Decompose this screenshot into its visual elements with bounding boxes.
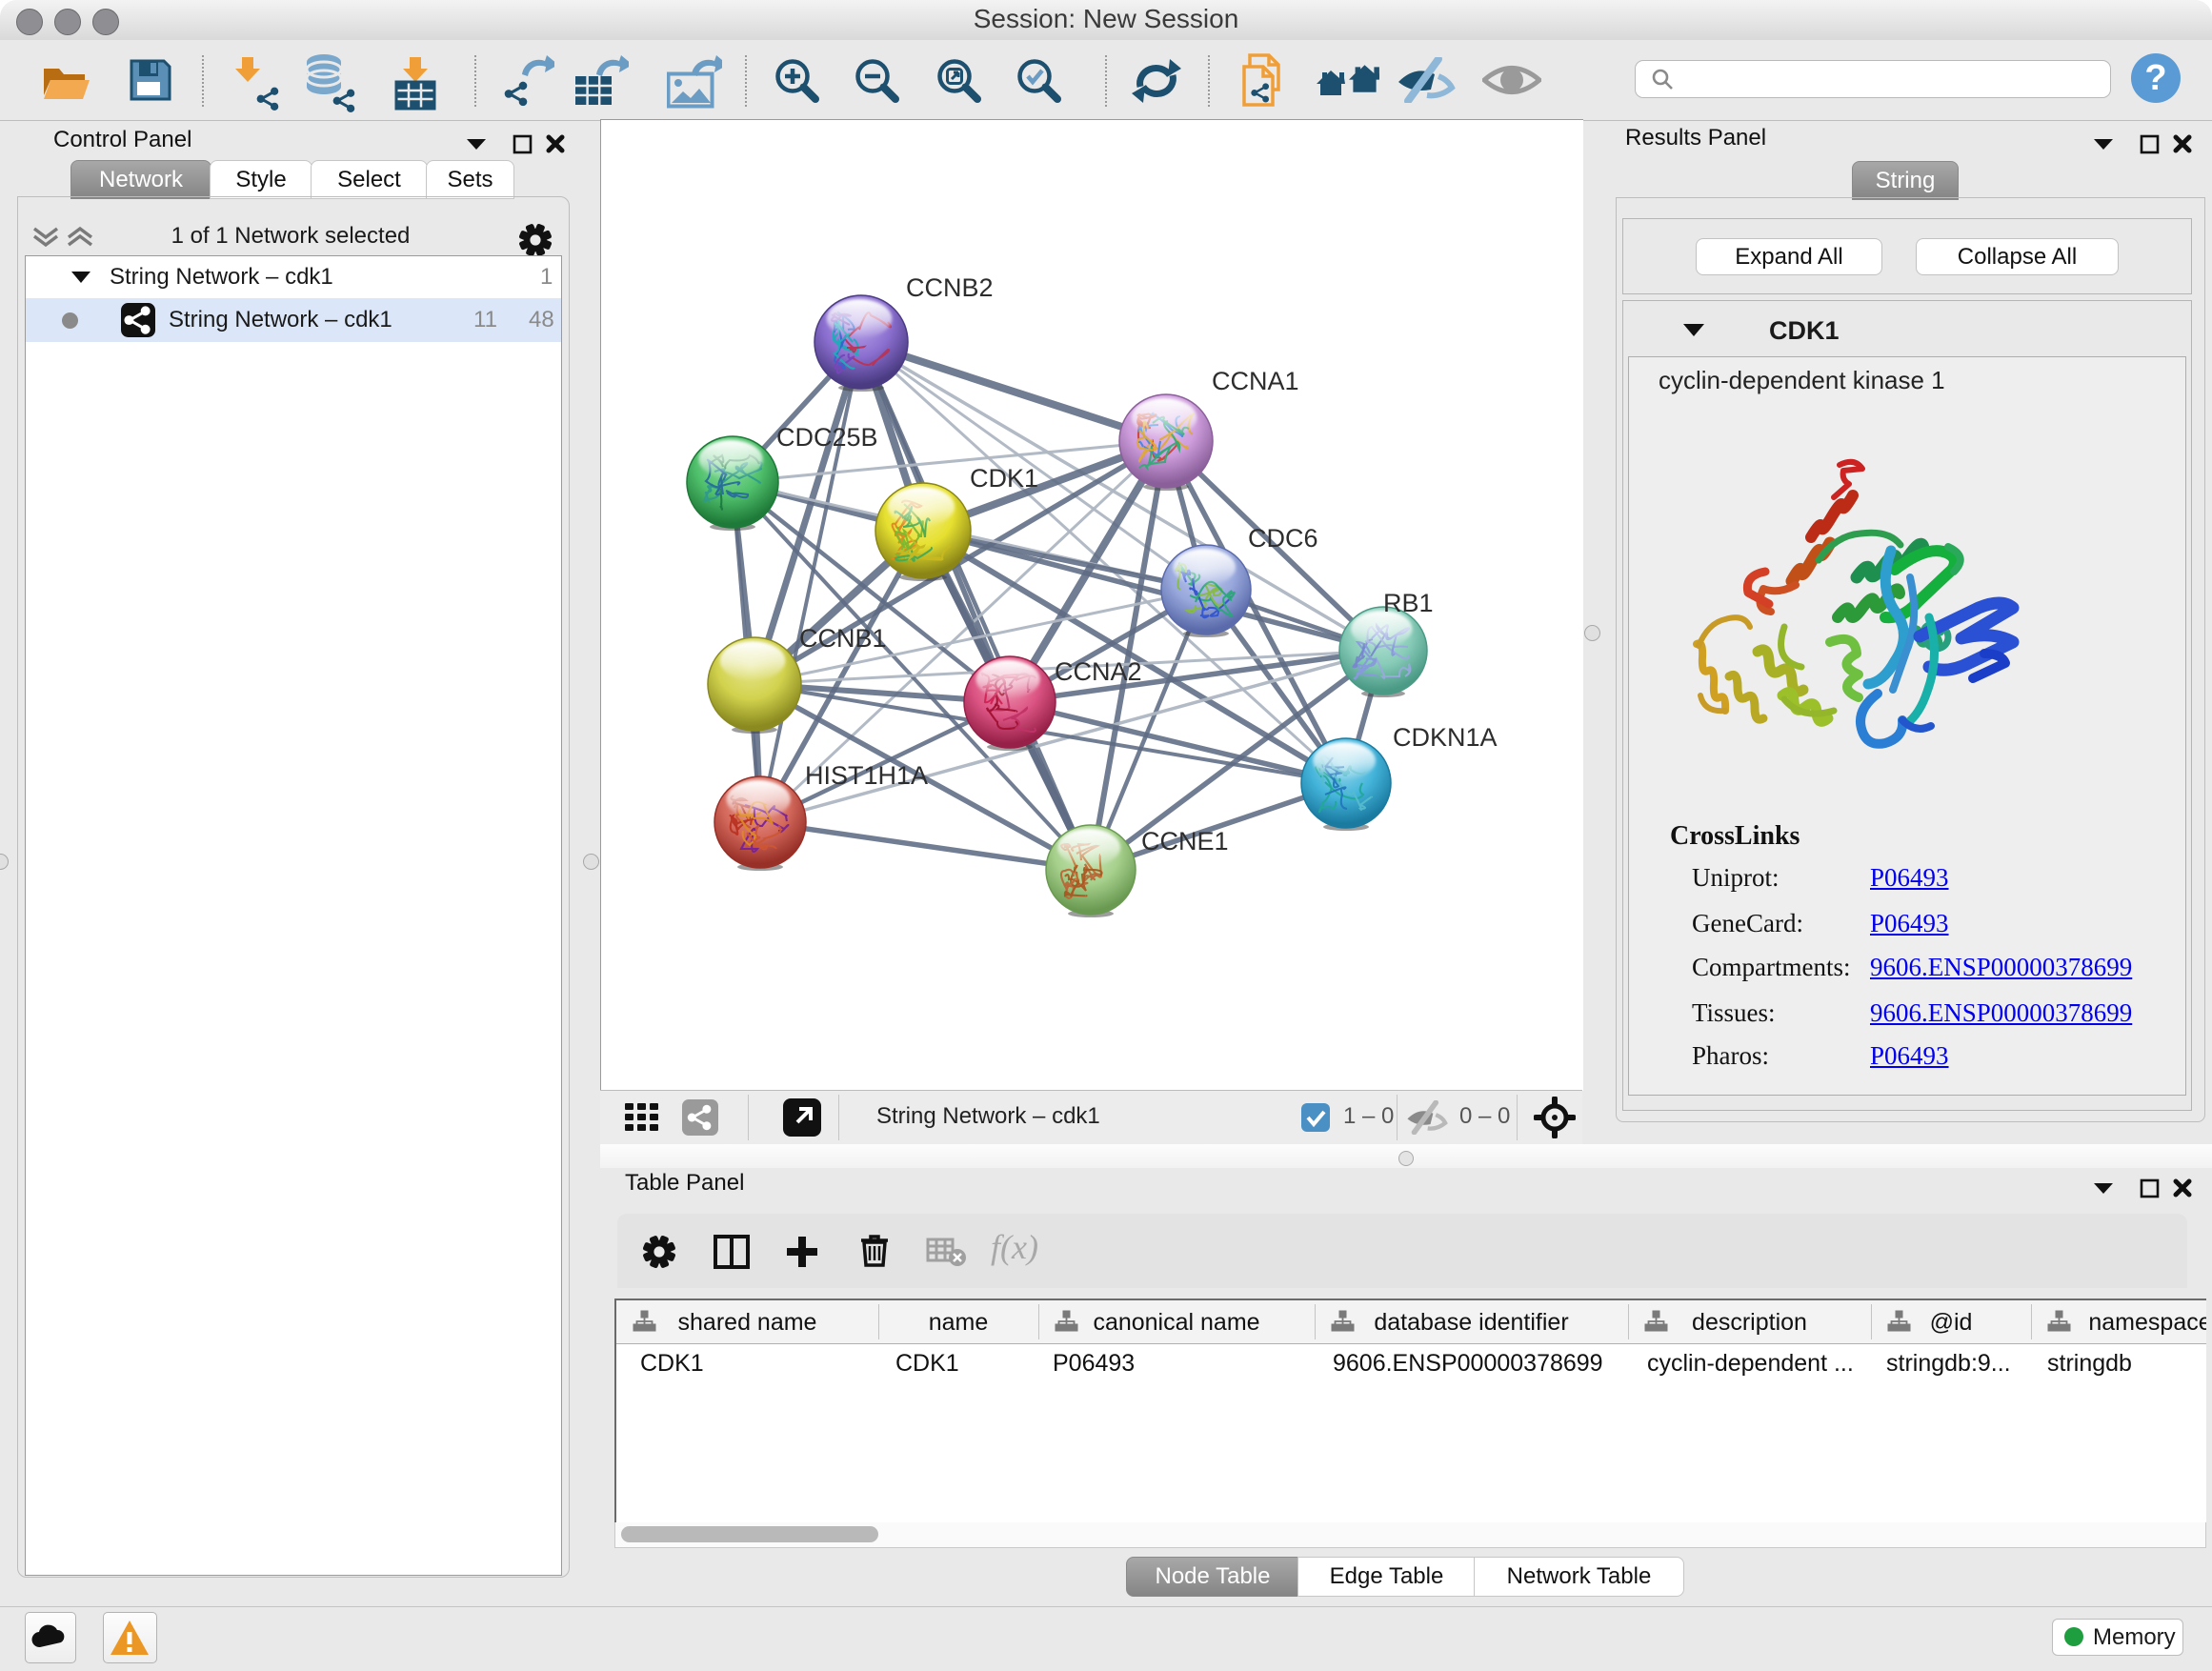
svg-text:CCNA1: CCNA1	[1212, 367, 1299, 395]
svg-text:CCNB2: CCNB2	[906, 273, 994, 302]
svg-text:RB1: RB1	[1383, 589, 1434, 617]
svg-text:CDC6: CDC6	[1248, 524, 1318, 553]
svg-text:CCNB1: CCNB1	[799, 624, 887, 653]
svg-text:CCNE1: CCNE1	[1141, 827, 1229, 856]
svg-text:CCNA2: CCNA2	[1055, 657, 1142, 686]
svg-text:CDKN1A: CDKN1A	[1393, 723, 1498, 752]
svg-text:CDK1: CDK1	[970, 464, 1038, 493]
svg-text:CDC25B: CDC25B	[776, 423, 878, 452]
svg-text:HIST1H1A: HIST1H1A	[805, 761, 928, 790]
